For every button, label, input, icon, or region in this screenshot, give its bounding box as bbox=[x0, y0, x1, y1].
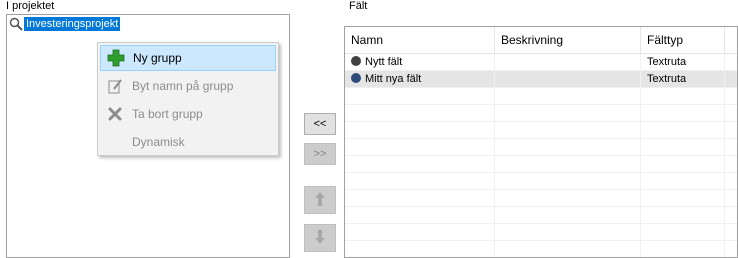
status-dot-icon bbox=[351, 73, 361, 83]
menu-item-new-group[interactable]: Ny grupp bbox=[100, 45, 276, 71]
fields-label: Fält bbox=[349, 0, 368, 12]
move-left-button[interactable]: << bbox=[304, 113, 336, 135]
table-row[interactable]: Nytt fält Textruta bbox=[345, 54, 737, 71]
fields-grid[interactable]: Namn Beskrivning Fälttyp Nytt fält Textr… bbox=[344, 26, 738, 258]
menu-item-rename-group[interactable]: Byt namn på grupp bbox=[100, 73, 276, 99]
move-up-button[interactable] bbox=[304, 186, 336, 214]
empty-row bbox=[345, 241, 737, 257]
menu-item-label: Ta bort grupp bbox=[132, 107, 203, 121]
empty-row bbox=[345, 139, 737, 156]
table-row[interactable]: Mitt nya fält Textruta bbox=[345, 71, 737, 88]
field-type: Textruta bbox=[641, 54, 725, 71]
column-header-type[interactable]: Fälttyp bbox=[641, 27, 725, 53]
menu-item-label: Ny grupp bbox=[133, 51, 182, 65]
field-description bbox=[495, 71, 641, 88]
arrow-down-icon bbox=[314, 229, 326, 248]
status-dot-icon bbox=[351, 56, 361, 66]
tree-root-label[interactable]: Investeringsprojekt bbox=[24, 17, 121, 31]
tree-root-node[interactable]: Investeringsprojekt bbox=[9, 17, 121, 31]
menu-item-label: Byt namn på grupp bbox=[132, 79, 234, 93]
context-menu: Ny grupp Byt namn på grupp Ta bort grupp… bbox=[97, 42, 279, 156]
empty-row bbox=[345, 122, 737, 139]
arrow-up-icon bbox=[314, 191, 326, 210]
menu-item-dynamic[interactable]: Dynamisk bbox=[100, 129, 276, 155]
rename-icon bbox=[104, 76, 126, 96]
move-down-button[interactable] bbox=[304, 224, 336, 252]
field-type: Textruta bbox=[641, 71, 725, 88]
grid-header: Namn Beskrivning Fälttyp bbox=[345, 27, 737, 54]
field-name: Nytt fält bbox=[365, 56, 403, 68]
menu-item-label: Dynamisk bbox=[132, 135, 185, 149]
empty-row bbox=[345, 105, 737, 122]
empty-row bbox=[345, 207, 737, 224]
menu-item-delete-group[interactable]: Ta bort grupp bbox=[100, 101, 276, 127]
field-name: Mitt nya fält bbox=[365, 73, 422, 85]
delete-icon bbox=[104, 104, 126, 124]
field-description bbox=[495, 54, 641, 71]
empty-row bbox=[345, 88, 737, 105]
column-header-name[interactable]: Namn bbox=[345, 27, 495, 53]
empty-row bbox=[345, 224, 737, 241]
plus-icon bbox=[105, 48, 127, 68]
empty-row bbox=[345, 156, 737, 173]
empty-row bbox=[345, 173, 737, 190]
empty-row bbox=[345, 190, 737, 207]
column-header-description[interactable]: Beskrivning bbox=[495, 27, 641, 53]
in-project-label: I projektet bbox=[6, 0, 55, 12]
move-right-button[interactable]: >> bbox=[304, 143, 336, 165]
search-icon bbox=[9, 17, 23, 31]
